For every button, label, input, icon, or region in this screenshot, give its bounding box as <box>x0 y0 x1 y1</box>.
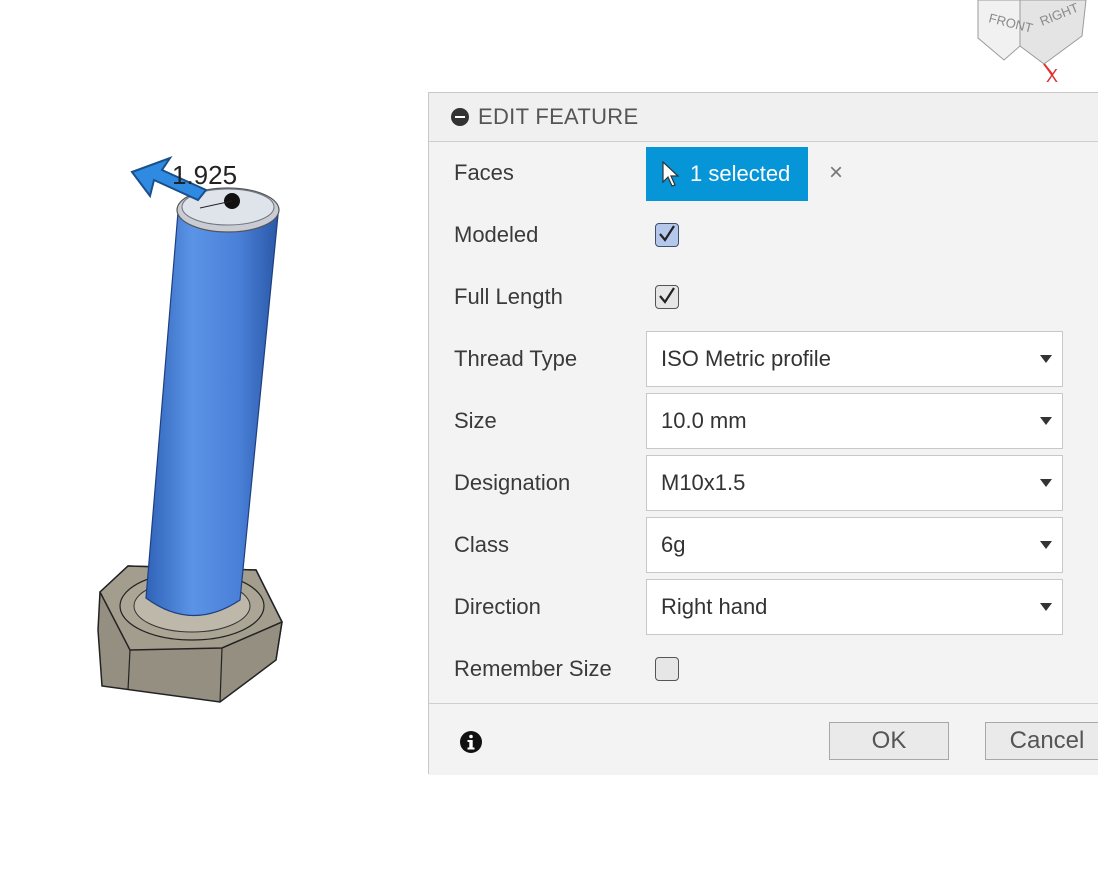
designation-label: Designation <box>454 470 571 495</box>
checkmark-icon <box>659 287 675 304</box>
info-icon[interactable] <box>459 730 483 754</box>
thread-type-label: Thread Type <box>454 346 578 371</box>
size-dropdown[interactable]: 10.0 mm <box>646 393 1063 449</box>
direction-label: Direction <box>454 594 541 619</box>
faces-select-button[interactable]: 1 selected <box>646 147 808 201</box>
ok-button[interactable]: OK <box>829 722 949 760</box>
modeled-checkbox[interactable] <box>655 223 679 247</box>
designation-row: Designation M10x1.5 <box>429 455 1098 511</box>
axis-x-label: X <box>1046 66 1058 86</box>
viewcube[interactable]: FRONT RIGHT X <box>960 0 1098 90</box>
dropdown-arrow-icon <box>1040 417 1052 425</box>
class-row: Class 6g <box>429 517 1098 573</box>
full-length-label: Full Length <box>454 284 563 309</box>
class-value: 6g <box>661 532 686 557</box>
panel-title: EDIT FEATURE <box>478 104 639 129</box>
thread-type-row: Thread Type ISO Metric profile <box>429 331 1098 387</box>
size-value: 10.0 mm <box>661 408 747 433</box>
thread-type-dropdown[interactable]: ISO Metric profile <box>646 331 1063 387</box>
direction-row: Direction Right hand <box>429 579 1098 635</box>
dropdown-arrow-icon <box>1040 479 1052 487</box>
collapse-icon[interactable] <box>451 108 469 126</box>
bolt-model[interactable] <box>0 0 420 740</box>
designation-value: M10x1.5 <box>661 470 746 495</box>
full-length-row: Full Length <box>429 269 1098 325</box>
edit-feature-panel: EDIT FEATURE Faces 1 selected × Modeled … <box>428 92 1098 775</box>
size-label: Size <box>454 408 497 433</box>
panel-footer: OK Cancel <box>429 703 1098 775</box>
modeled-label: Modeled <box>454 222 539 247</box>
modeled-row: Modeled <box>429 207 1098 263</box>
remember-size-checkbox[interactable] <box>655 657 679 681</box>
dropdown-arrow-icon <box>1040 603 1052 611</box>
full-length-checkbox[interactable] <box>655 285 679 309</box>
dropdown-arrow-icon <box>1040 355 1052 363</box>
dropdown-arrow-icon <box>1040 541 1052 549</box>
remember-size-row: Remember Size <box>429 641 1098 697</box>
checkmark-icon <box>659 225 675 242</box>
clear-selection-icon[interactable]: × <box>829 159 843 187</box>
panel-header[interactable]: EDIT FEATURE <box>429 93 1098 142</box>
size-row: Size 10.0 mm <box>429 393 1098 449</box>
cancel-button[interactable]: Cancel <box>985 722 1098 760</box>
dimension-label[interactable]: 1.925 <box>172 160 237 191</box>
direction-dropdown[interactable]: Right hand <box>646 579 1063 635</box>
designation-dropdown[interactable]: M10x1.5 <box>646 455 1063 511</box>
direction-value: Right hand <box>661 594 768 619</box>
cursor-icon <box>662 161 680 187</box>
class-dropdown[interactable]: 6g <box>646 517 1063 573</box>
remember-size-label: Remember Size <box>454 656 612 681</box>
faces-selected-count: 1 selected <box>690 161 791 186</box>
faces-label: Faces <box>454 160 514 185</box>
thread-type-value: ISO Metric profile <box>661 346 831 371</box>
class-label: Class <box>454 532 510 557</box>
faces-row: Faces 1 selected × <box>429 145 1098 201</box>
